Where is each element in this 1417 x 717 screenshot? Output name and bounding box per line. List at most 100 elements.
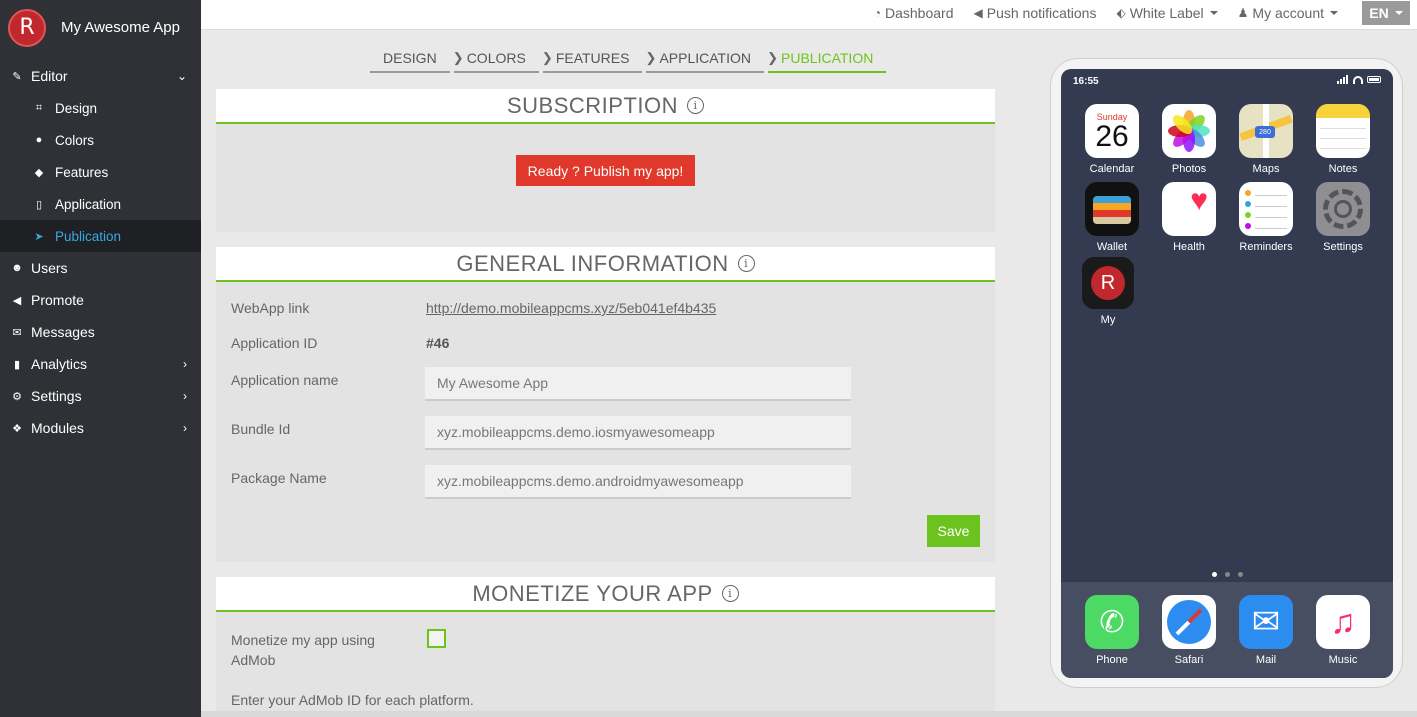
sidebar-subitem-label: Design (55, 100, 98, 116)
sidebar-item-settings[interactable]: ⚙ Settings › (0, 380, 201, 412)
dashboard-label: Dashboard (885, 5, 954, 21)
app-label: Music (1328, 654, 1358, 666)
photos-icon (1162, 104, 1216, 158)
app-wallet[interactable]: Wallet (1082, 182, 1142, 253)
calendar-date: 26 (1095, 120, 1129, 153)
app-settings[interactable]: Settings (1313, 182, 1373, 253)
application-id-label: Application ID (231, 335, 318, 351)
step-features[interactable]: FEATURES ❯ (542, 44, 656, 73)
chevron-right-icon: › (183, 421, 187, 435)
app-health[interactable]: ♥ Health (1159, 182, 1219, 253)
sidebar-item-promote[interactable]: ◀ Promote (0, 284, 201, 316)
battery-icon (1367, 76, 1381, 83)
step-label: APPLICATION (659, 49, 751, 66)
subscription-header: SUBSCRIPTION i (216, 89, 995, 124)
sidebar-item-analytics[interactable]: ▮ Analytics › (0, 348, 201, 380)
caret-down-icon (1330, 11, 1338, 15)
sidebar-item-label: Users (31, 260, 68, 276)
signal-icon (1337, 75, 1349, 84)
monetize-checkbox-label-line1: Monetize my app using (231, 632, 375, 648)
info-icon[interactable]: i (737, 255, 755, 272)
monetize-panel: MONETIZE YOUR APP i Monetize my app usin… (216, 577, 995, 717)
application-name-input[interactable]: My Awesome App (425, 367, 851, 401)
webapp-link[interactable]: http://demo.mobileappcms.xyz/5eb041ef4b4… (426, 300, 716, 316)
app-phone[interactable]: ✆ Phone (1082, 595, 1142, 666)
save-button[interactable]: Save (927, 515, 980, 547)
step-publication[interactable]: PUBLICATION (768, 44, 887, 73)
app-label: Mail (1255, 654, 1277, 666)
my-account-dropdown[interactable]: ♟ My account (1238, 5, 1338, 21)
dashboard-link[interactable]: ◔ Dashboard (874, 5, 954, 21)
panel-title: MONETIZE YOUR APP (472, 580, 713, 606)
step-colors[interactable]: COLORS ❯ (453, 44, 553, 73)
phone-preview: 16:55 Sunday 26 Calendar Photos 280 Maps… (1050, 58, 1403, 688)
phone-status-bar: 16:55 (1061, 69, 1393, 93)
app-maps[interactable]: 280 Maps (1236, 104, 1296, 175)
sidebar-subitem-colors[interactable]: ● Colors (0, 124, 201, 156)
sidebar-subitem-label: Colors (55, 132, 95, 148)
sidebar-item-users[interactable]: ☻ Users (0, 252, 201, 284)
app-label: Maps (1252, 163, 1280, 175)
app-notes[interactable]: Notes (1313, 104, 1373, 175)
language-dropdown[interactable]: EN (1362, 1, 1410, 25)
general-information-header: GENERAL INFORMATION i (216, 247, 995, 282)
safari-compass-icon (1162, 595, 1216, 649)
info-icon[interactable]: i (721, 585, 739, 602)
users-icon: ☻ (11, 262, 23, 274)
chevron-down-icon: ⌄ (176, 69, 187, 83)
app-label: Safari (1174, 654, 1204, 666)
app-calendar[interactable]: Sunday 26 Calendar (1082, 104, 1142, 175)
sidebar-subitem-publication[interactable]: ➤ Publication (0, 220, 201, 252)
step-design[interactable]: DESIGN ❯ (370, 44, 464, 73)
sidebar-subitem-design[interactable]: ⌗ Design (0, 92, 201, 124)
brand[interactable]: R My Awesome App (0, 0, 201, 55)
chevron-right-icon: › (183, 357, 187, 371)
info-icon[interactable]: i (687, 97, 705, 114)
app-photos[interactable]: Photos (1159, 104, 1219, 175)
sidebar-subitem-application[interactable]: ▯ Application (0, 188, 201, 220)
monetize-checkbox[interactable] (427, 629, 446, 648)
app-reminders[interactable]: Reminders (1236, 182, 1296, 253)
bar-chart-icon: ▮ (13, 358, 21, 371)
account-label: My account (1252, 5, 1324, 21)
sidebar-subitem-features[interactable]: ◆ Features (0, 156, 201, 188)
cube-icon: ◆ (34, 166, 44, 179)
package-name-input[interactable]: xyz.mobileappcms.demo.androidmyawesomeap… (425, 465, 851, 499)
bundle-id-input[interactable]: xyz.mobileappcms.demo.iosmyawesomeapp (425, 416, 851, 450)
top-links: ◔ Dashboard ◀ Push notifications ⬖ White… (854, 0, 1338, 26)
music-note-icon: ♫ (1316, 595, 1370, 649)
user-icon: ♟ (1237, 6, 1249, 20)
sidebar-item-label: Settings (31, 388, 82, 404)
white-label-dropdown[interactable]: ⬖ White Label (1116, 5, 1218, 21)
bullhorn-icon: ◀ (12, 294, 22, 307)
caret-down-icon (1394, 11, 1403, 15)
publish-button[interactable]: Ready ? Publish my app! (516, 155, 695, 186)
app-label: Health (1173, 241, 1205, 253)
app-music[interactable]: ♫ Music (1313, 595, 1373, 666)
step-application[interactable]: APPLICATION ❯ (646, 44, 778, 73)
push-notifications-link[interactable]: ◀ Push notifications (974, 5, 1097, 21)
panel-title: SUBSCRIPTION (506, 92, 679, 118)
app-logo-letter: R (19, 15, 35, 40)
app-safari[interactable]: Safari (1159, 595, 1219, 666)
phone-call-icon: ✆ (1085, 595, 1139, 649)
app-mail[interactable]: ✉ Mail (1236, 595, 1296, 666)
phone-dock: ✆ Phone Safari ✉ Mail ♫ Music (1061, 582, 1393, 678)
calendar-icon: Sunday 26 (1085, 104, 1139, 158)
sidebar-item-modules[interactable]: ❖ Modules › (0, 412, 201, 444)
app-label: My (1100, 314, 1116, 326)
sidebar-item-label: Messages (31, 324, 95, 340)
sidebar-item-editor[interactable]: ✎ Editor ⌄ (0, 60, 201, 92)
app-my[interactable]: R My (1078, 257, 1138, 326)
sidebar-item-messages[interactable]: ✉ Messages (0, 316, 201, 348)
app-label: Settings (1323, 241, 1363, 253)
sidebar-item-label: Modules (31, 420, 84, 436)
health-icon: ♥ (1162, 182, 1216, 236)
monetize-checkbox-label-line2: AdMob (231, 652, 276, 668)
app-label: Notes (1328, 163, 1358, 175)
sidebar-item-label: Editor (31, 68, 68, 84)
notes-icon (1316, 104, 1370, 158)
paper-plane-icon: ➤ (34, 230, 44, 243)
envelope-icon: ✉ (12, 326, 22, 339)
top-bar: ◔ Dashboard ◀ Push notifications ⬖ White… (201, 0, 1417, 30)
